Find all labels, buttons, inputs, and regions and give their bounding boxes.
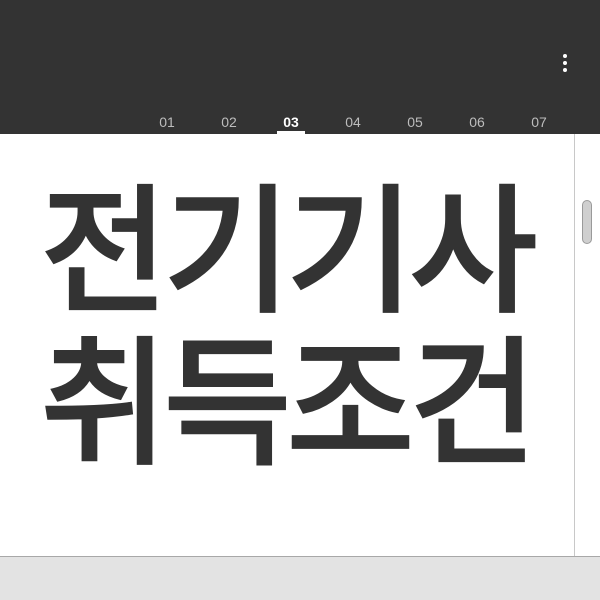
top-bar: 01 02 03 04 05 06 07 — [0, 0, 600, 134]
tab-01[interactable]: 01 — [147, 108, 187, 134]
more-vertical-icon[interactable] — [552, 48, 578, 78]
page-tabs: 01 02 03 04 05 06 07 — [0, 108, 600, 134]
bottom-panel — [0, 556, 600, 600]
title-line-2: 취득조건 — [41, 324, 537, 485]
tab-05[interactable]: 05 — [395, 108, 435, 134]
tab-03[interactable]: 03 — [271, 108, 311, 134]
title-line-1: 전기기사 — [41, 172, 537, 333]
menu-dot — [563, 54, 567, 58]
vertical-scrollbar[interactable] — [574, 134, 600, 556]
tab-06[interactable]: 06 — [457, 108, 497, 134]
tab-04[interactable]: 04 — [333, 108, 373, 134]
tab-02[interactable]: 02 — [209, 108, 249, 134]
menu-dot — [563, 68, 567, 72]
menu-dot — [563, 61, 567, 65]
app-window: 01 02 03 04 05 06 07 전기기사 취득조건 — [0, 0, 600, 600]
scrollbar-thumb[interactable] — [582, 200, 592, 244]
tab-07[interactable]: 07 — [519, 108, 559, 134]
slide-content: 전기기사 취득조건 — [0, 134, 574, 556]
